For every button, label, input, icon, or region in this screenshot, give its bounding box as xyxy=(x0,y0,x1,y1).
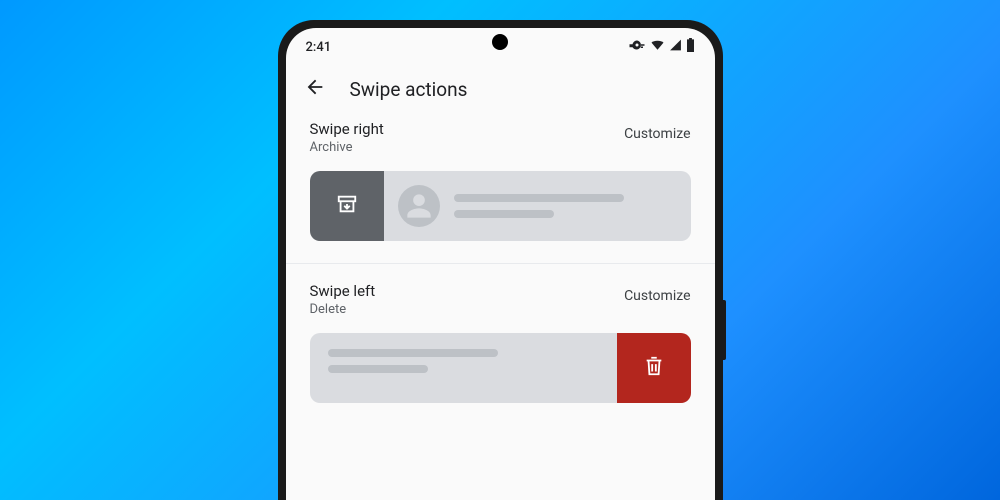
swipe-left-action: Delete xyxy=(310,302,376,317)
signal-icon xyxy=(669,39,682,55)
wifi-icon xyxy=(650,39,665,55)
text-placeholder-line xyxy=(328,365,428,373)
section-divider xyxy=(286,263,715,264)
swipe-left-customize-button[interactable]: Customize xyxy=(624,282,690,304)
swipe-right-customize-button[interactable]: Customize xyxy=(624,120,690,142)
mail-preview-body xyxy=(310,333,617,403)
phone-frame: 2:41 Swipe actions xyxy=(278,20,723,500)
back-icon[interactable] xyxy=(304,76,326,102)
swipe-right-action: Archive xyxy=(310,140,384,155)
text-placeholder-line xyxy=(454,194,624,202)
text-placeholder-line xyxy=(328,349,498,357)
front-camera xyxy=(492,34,508,50)
status-time: 2:41 xyxy=(306,40,332,55)
swipe-right-title: Swipe right xyxy=(310,120,384,138)
swipe-right-preview xyxy=(310,171,691,241)
swipe-right-section: Swipe right Archive Customize xyxy=(286,120,715,241)
screen: 2:41 Swipe actions xyxy=(286,28,715,500)
page-title: Swipe actions xyxy=(350,78,468,101)
phone-side-button xyxy=(723,300,726,360)
swipe-left-preview xyxy=(310,333,691,403)
avatar-placeholder xyxy=(398,185,440,227)
trash-icon xyxy=(643,355,665,381)
delete-action-block xyxy=(617,333,691,403)
battery-icon xyxy=(686,38,695,56)
swipe-left-section: Swipe left Delete Customize xyxy=(286,282,715,403)
archive-icon xyxy=(336,193,358,219)
status-bar: 2:41 xyxy=(286,28,715,62)
archive-action-block xyxy=(310,171,384,241)
mail-preview-body xyxy=(384,171,691,241)
text-placeholder-line xyxy=(454,210,554,218)
app-bar: Swipe actions xyxy=(286,62,715,120)
swipe-left-title: Swipe left xyxy=(310,282,376,300)
status-icons xyxy=(628,38,695,56)
vpn-icon xyxy=(628,39,646,55)
